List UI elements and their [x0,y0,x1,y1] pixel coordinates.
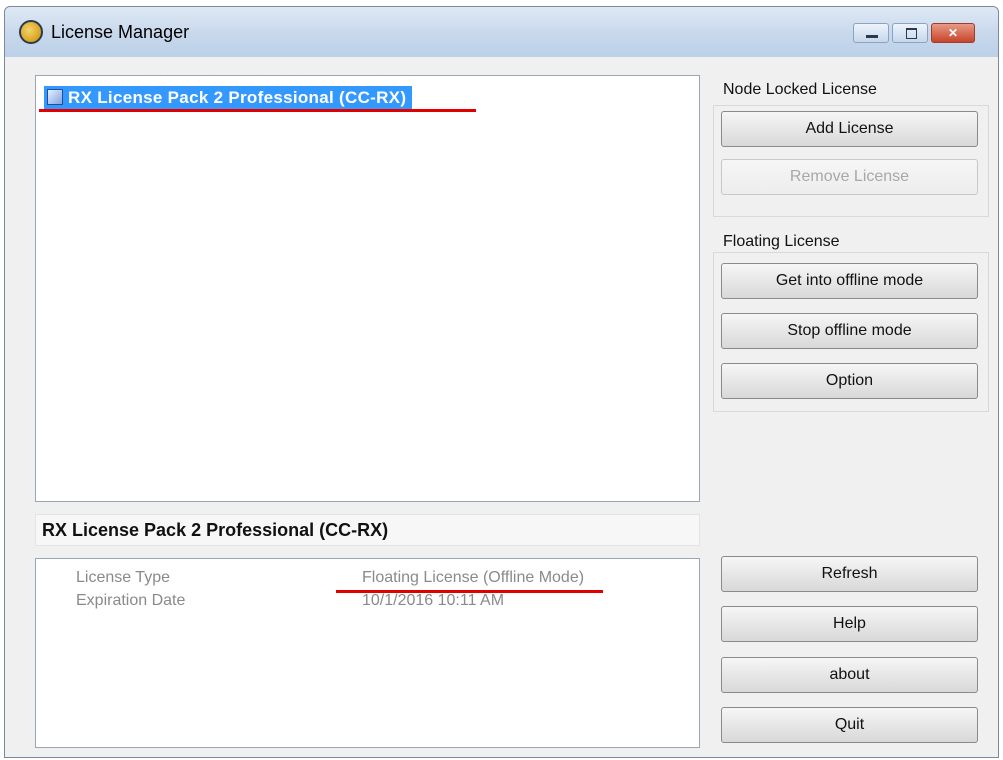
maximize-icon [906,28,917,39]
get-offline-mode-button[interactable]: Get into offline mode [721,263,978,299]
license-list-item[interactable]: RX License Pack 2 Professional (CC-RX) [44,86,413,109]
quit-button[interactable]: Quit [721,707,978,743]
floating-heading: Floating License [723,233,840,250]
license-list-item-label: RX License Pack 2 Professional (CC-RX) [68,88,407,107]
detail-row-expiration-date: Expiration Date 10/1/2016 10:11 AM [36,592,699,614]
license-manager-icon [19,20,43,44]
license-manager-window: License Manager ✕ RX License Pack 2 Prof… [4,6,999,758]
about-button[interactable]: about [721,657,978,693]
help-button[interactable]: Help [721,606,978,642]
close-button[interactable]: ✕ [931,23,975,43]
node-locked-heading: Node Locked License [723,81,877,98]
annotation-underline [39,109,476,112]
minimize-icon [866,35,878,38]
detail-label: Expiration Date [76,592,186,609]
close-icon: ✕ [947,26,959,40]
detail-label: License Type [76,569,170,586]
add-license-button[interactable]: Add License [721,111,978,147]
remove-license-button[interactable]: Remove License [721,159,978,195]
license-details-panel: License Type Floating License (Offline M… [35,558,700,748]
detail-value: 10/1/2016 10:11 AM [362,592,505,609]
maximize-button[interactable] [892,23,928,43]
detail-value: Floating License (Offline Mode) [362,569,585,586]
window-title: License Manager [51,22,190,42]
selected-license-name: RX License Pack 2 Professional (CC-RX) [35,514,700,546]
detail-row-license-type: License Type Floating License (Offline M… [36,569,699,591]
stop-offline-mode-button[interactable]: Stop offline mode [721,313,978,349]
license-list[interactable]: RX License Pack 2 Professional (CC-RX) [35,75,700,502]
refresh-button[interactable]: Refresh [721,556,978,592]
minimize-button[interactable] [853,23,889,43]
title-bar[interactable]: License Manager ✕ [5,7,998,57]
license-icon [47,89,63,105]
option-button[interactable]: Option [721,363,978,399]
